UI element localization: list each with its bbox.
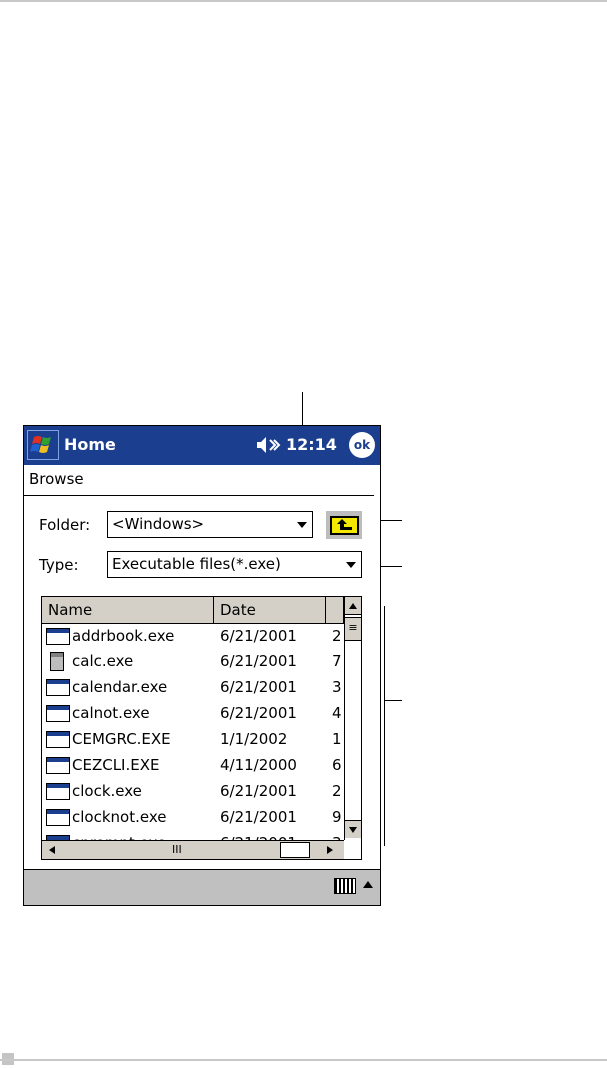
- file-date: 6/21/2001: [220, 831, 297, 840]
- chevron-down-icon: [297, 522, 307, 528]
- application-icon: [46, 783, 70, 800]
- column-header-size[interactable]: [326, 597, 344, 624]
- list-item[interactable]: CEZCLI.EXE 4/11/2000 6: [42, 753, 344, 778]
- window-title: Home: [64, 435, 116, 454]
- keyboard-icon[interactable]: [334, 878, 356, 894]
- file-size: 3: [332, 831, 342, 840]
- file-date: 1/1/2002: [220, 730, 288, 748]
- callout-line-list: [384, 606, 385, 846]
- application-icon: [46, 809, 70, 826]
- list-item[interactable]: clock.exe 6/21/2001 2: [42, 779, 344, 804]
- file-size: 3: [332, 678, 342, 696]
- type-dropdown[interactable]: Executable files(*.exe): [107, 551, 362, 578]
- file-size: 6: [332, 756, 342, 774]
- scroll-down-button[interactable]: [345, 820, 361, 838]
- file-name: cprompt.exe: [72, 831, 166, 840]
- application-icon: [46, 679, 70, 696]
- list-item[interactable]: calendar.exe 6/21/2001 3: [42, 675, 344, 700]
- title-bar: Home 12:14 ok: [24, 426, 380, 465]
- folder-dropdown[interactable]: <Windows>: [107, 511, 313, 538]
- list-item[interactable]: clocknot.exe 6/21/2001 9: [42, 805, 344, 830]
- file-size: 4: [332, 704, 342, 722]
- folder-value: <Windows>: [112, 515, 205, 533]
- list-item[interactable]: CEMGRC.EXE 1/1/2002 1: [42, 727, 344, 752]
- callout-line-list-tick: [384, 700, 402, 701]
- file-size: 7: [332, 652, 342, 670]
- list-item[interactable]: cprompt.exe 6/21/2001 3: [42, 831, 344, 840]
- scrollbar-thumb-icon[interactable]: ≡: [345, 617, 361, 641]
- file-name: clock.exe: [72, 782, 142, 800]
- scroll-right-button[interactable]: [320, 841, 340, 859]
- chevron-down-icon: [349, 827, 357, 833]
- file-date: 6/21/2001: [220, 627, 297, 645]
- file-name: addrbook.exe: [72, 627, 175, 645]
- file-name: CEMGRC.EXE: [72, 730, 171, 748]
- file-size: 1: [332, 730, 342, 748]
- scrollbar-grip-icon[interactable]: III: [172, 841, 182, 859]
- up-folder-icon: [330, 516, 359, 535]
- speaker-muted-icon[interactable]: [255, 435, 283, 459]
- bottom-rule: [0, 1059, 607, 1061]
- file-name: calc.exe: [72, 652, 134, 670]
- file-name: calnot.exe: [72, 704, 150, 722]
- file-rows: addrbook.exe 6/21/2001 2 calc.exe 6/21/2…: [42, 624, 344, 840]
- taskbar: [24, 869, 380, 905]
- title-divider: [24, 495, 374, 496]
- windows-flag-icon[interactable]: [27, 430, 59, 460]
- file-date: 6/21/2001: [220, 782, 297, 800]
- top-rule: [0, 0, 607, 2]
- file-size: 2: [332, 782, 342, 800]
- chevron-down-icon: [346, 562, 356, 568]
- type-label: Type:: [39, 556, 79, 574]
- chevron-right-icon: [327, 846, 333, 854]
- application-icon: [46, 731, 70, 748]
- list-item[interactable]: addrbook.exe 6/21/2001 2: [42, 624, 344, 649]
- file-name: clocknot.exe: [72, 808, 167, 826]
- folder-label: Folder:: [39, 516, 91, 534]
- calculator-icon: [50, 652, 64, 671]
- up-folder-button[interactable]: [325, 510, 363, 540]
- scrollbar-track[interactable]: [280, 842, 310, 858]
- scroll-up-button[interactable]: [345, 597, 361, 615]
- file-list[interactable]: Name Date addrbook.exe 6/21/2001 2 calc.…: [41, 596, 362, 860]
- file-name: CEZCLI.EXE: [72, 756, 160, 774]
- chevron-up-icon[interactable]: [363, 881, 373, 888]
- application-icon: [46, 628, 70, 645]
- file-date: 6/21/2001: [220, 678, 297, 696]
- scroll-left-button[interactable]: [42, 841, 62, 859]
- clock-time[interactable]: 12:14: [286, 435, 337, 454]
- chevron-up-icon: [349, 603, 357, 609]
- file-size: 9: [332, 808, 342, 826]
- file-date: 4/11/2000: [220, 756, 297, 774]
- file-date: 6/21/2001: [220, 704, 297, 722]
- application-icon: [46, 705, 70, 722]
- column-header-name[interactable]: Name: [42, 597, 214, 624]
- ok-button[interactable]: ok: [349, 432, 375, 458]
- chevron-left-icon: [49, 846, 55, 854]
- file-date: 6/21/2001: [220, 808, 297, 826]
- file-name: calendar.exe: [72, 678, 168, 696]
- application-icon: [46, 757, 70, 774]
- column-header-row: Name Date: [42, 597, 344, 624]
- vertical-scrollbar[interactable]: ≡: [344, 597, 361, 840]
- dialog-title: Browse: [29, 470, 84, 488]
- device-screen: Home 12:14 ok Browse Folder: <Windows> T…: [23, 425, 381, 906]
- list-item[interactable]: calc.exe 6/21/2001 7: [42, 649, 344, 674]
- file-date: 6/21/2001: [220, 652, 297, 670]
- column-header-date[interactable]: Date: [214, 597, 326, 624]
- horizontal-scrollbar[interactable]: III: [42, 840, 344, 859]
- list-item[interactable]: calnot.exe 6/21/2001 4: [42, 701, 344, 726]
- type-value: Executable files(*.exe): [112, 555, 281, 573]
- file-size: 2: [332, 627, 342, 645]
